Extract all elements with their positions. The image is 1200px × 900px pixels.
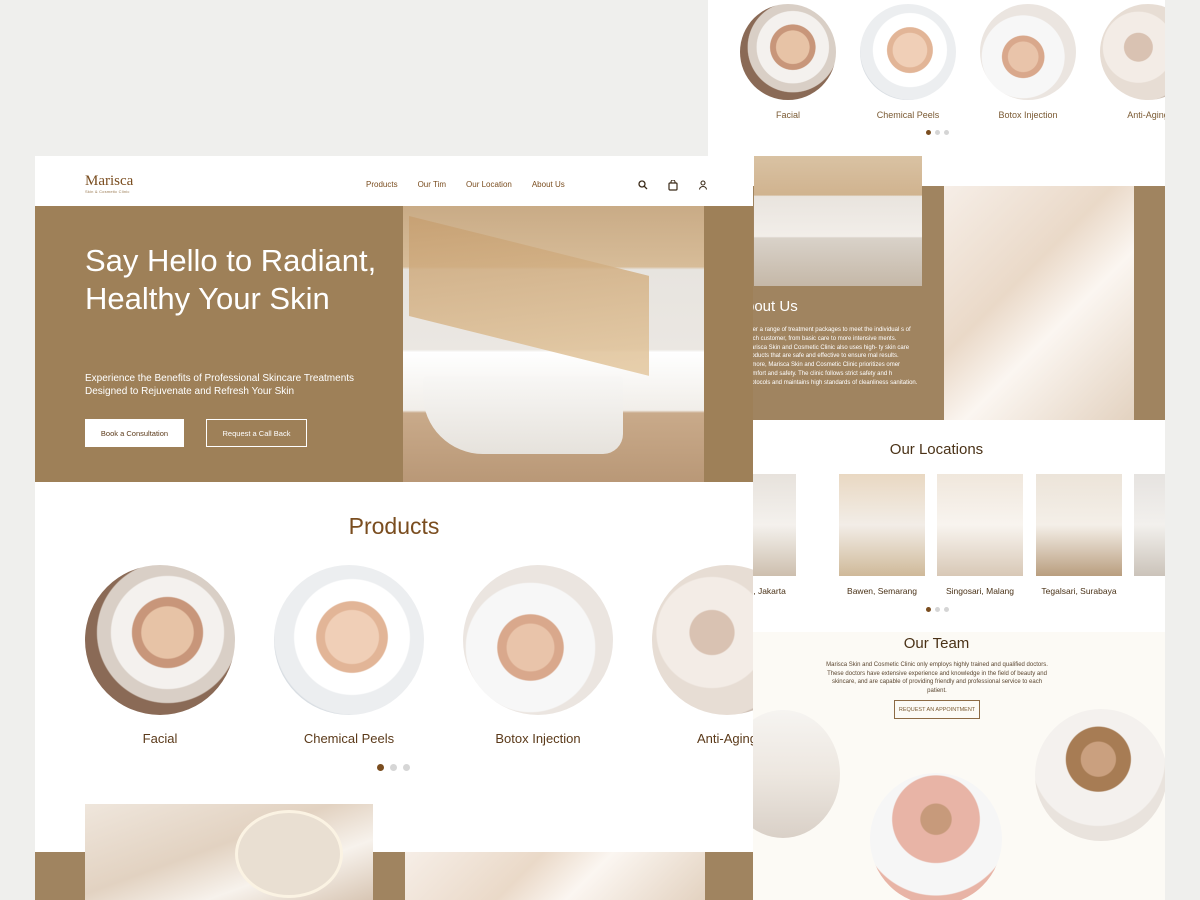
ceiling-graphic	[409, 216, 649, 376]
location-card[interactable]: Singosari, Malang	[937, 474, 1023, 596]
product-label: Anti-Aging	[697, 731, 753, 746]
location-image	[1036, 474, 1122, 576]
product-card-botox-injection[interactable]: Botox Injection	[463, 565, 613, 746]
about-clinic-room-image	[754, 156, 922, 286]
carousel-dot[interactable]	[377, 764, 384, 771]
carousel-dot[interactable]	[935, 607, 940, 612]
about-clinic-room-image	[85, 804, 373, 900]
top-navigation: Marisca Skin & Cosmetic Clinic Products …	[35, 156, 753, 206]
botox-injection-image	[980, 4, 1076, 100]
nav-link-products[interactable]: Products	[366, 180, 398, 189]
product-card-anti-aging[interactable]: Anti-Aging	[652, 565, 753, 746]
anti-aging-image	[1100, 4, 1165, 100]
about-text: offer a range of treatment packages to m…	[746, 327, 918, 386]
location-label: Bawen, Semarang	[847, 586, 917, 596]
brand-name: Marisca	[85, 173, 134, 189]
about-consultation-room-image	[405, 852, 705, 900]
locations-title: Our Locations	[889, 441, 984, 458]
carousel-dot[interactable]	[926, 607, 931, 612]
team-section: Our Team Marisca Skin and Cosmetic Clini…	[708, 632, 1165, 900]
team-description: Marisca Skin and Cosmetic Clinic only em…	[826, 662, 1048, 694]
location-label: Ub	[1134, 586, 1165, 596]
product-card-facial[interactable]: Facial	[85, 565, 235, 746]
nav-link-our-location[interactable]: Our Location	[466, 180, 512, 189]
product-card-chemical-peels[interactable]: Chemical Peels	[274, 565, 424, 746]
nav-link-our-team[interactable]: Our Tim	[418, 180, 446, 189]
nav-links: Products Our Tim Our Location About Us	[366, 180, 585, 189]
anti-aging-image	[652, 565, 753, 715]
carousel-dot[interactable]	[390, 764, 397, 771]
location-label: Singosari, Malang	[945, 586, 1015, 596]
team-title: Our Team	[903, 635, 970, 652]
product-label: Facial	[142, 731, 178, 746]
team-member-photo	[870, 773, 1002, 900]
location-card[interactable]: Tegalsari, Surabaya	[1036, 474, 1122, 596]
reception-desk-graphic	[423, 376, 623, 454]
location-image	[1134, 474, 1165, 576]
products-title: Products	[348, 513, 440, 539]
carousel-dot[interactable]	[403, 764, 410, 771]
locations-carousel-dots	[926, 607, 949, 612]
bag-icon[interactable]	[667, 179, 679, 191]
request-call-back-button[interactable]: Request a Call Back	[206, 419, 307, 447]
search-icon[interactable]	[637, 179, 649, 191]
clinic-reception-image	[403, 206, 704, 482]
nav-link-about-us[interactable]: About Us	[532, 180, 565, 189]
preview-product-label: Facial	[775, 110, 800, 120]
preview-products-carousel: Facial Chemical Peels Botox Injection An…	[708, 0, 1165, 150]
product-label: Botox Injection	[495, 731, 581, 746]
carousel-dot[interactable]	[944, 130, 949, 135]
facial-image	[740, 4, 836, 100]
user-icon[interactable]	[697, 179, 709, 191]
carousel-dot[interactable]	[944, 607, 949, 612]
hero-title: Say Hello to Radiant, Healthy Your Skin	[85, 243, 377, 316]
mirror-graphic	[235, 810, 343, 898]
chemical-peels-image	[860, 4, 956, 100]
carousel-dot[interactable]	[935, 130, 940, 135]
location-card[interactable]: Ub	[1134, 474, 1165, 596]
botox-injection-image	[463, 565, 613, 715]
landing-page: Marisca Skin & Cosmetic Clinic Products …	[35, 156, 753, 900]
preview-product-label: Botox Injection	[998, 110, 1058, 120]
nav-icons	[637, 179, 709, 191]
products-carousel-dots	[377, 764, 410, 771]
location-image	[839, 474, 925, 576]
hero-section: Say Hello to Radiant, Healthy Your Skin …	[35, 206, 753, 482]
book-consultation-button[interactable]: Book a Consultation	[85, 419, 184, 447]
preview-carousel-dots	[926, 130, 949, 135]
about-title: bout Us	[746, 298, 798, 315]
location-image	[937, 474, 1023, 576]
location-label: Tegalsari, Surabaya	[1041, 586, 1117, 596]
hero-subtitle: Experience the Benefits of Professional …	[85, 373, 355, 397]
chemical-peels-image	[274, 565, 424, 715]
team-member-photo	[1035, 709, 1165, 841]
brand-tagline: Skin & Cosmetic Clinic	[85, 189, 130, 194]
preview-product-label: Anti-Aging	[1127, 110, 1165, 120]
preview-product-card[interactable]: Chemical Peels	[860, 4, 956, 120]
brand-logo[interactable]: Marisca Skin & Cosmetic Clinic	[85, 173, 133, 194]
location-card[interactable]: Bawen, Semarang	[839, 474, 925, 596]
preview-product-label: Chemical Peels	[876, 110, 940, 120]
about-consultation-room-image	[944, 186, 1134, 420]
carousel-dot[interactable]	[926, 130, 931, 135]
preview-product-card[interactable]: Anti-Aging	[1100, 4, 1165, 120]
secondary-page-preview: Facial Chemical Peels Botox Injection An…	[708, 0, 1165, 900]
preview-product-card[interactable]: Facial	[740, 4, 836, 120]
facial-image	[85, 565, 235, 715]
preview-product-card[interactable]: Botox Injection	[980, 4, 1076, 120]
request-appointment-button[interactable]: REQUEST AN APPOINTMENT	[894, 700, 980, 719]
product-label: Chemical Peels	[303, 731, 395, 746]
